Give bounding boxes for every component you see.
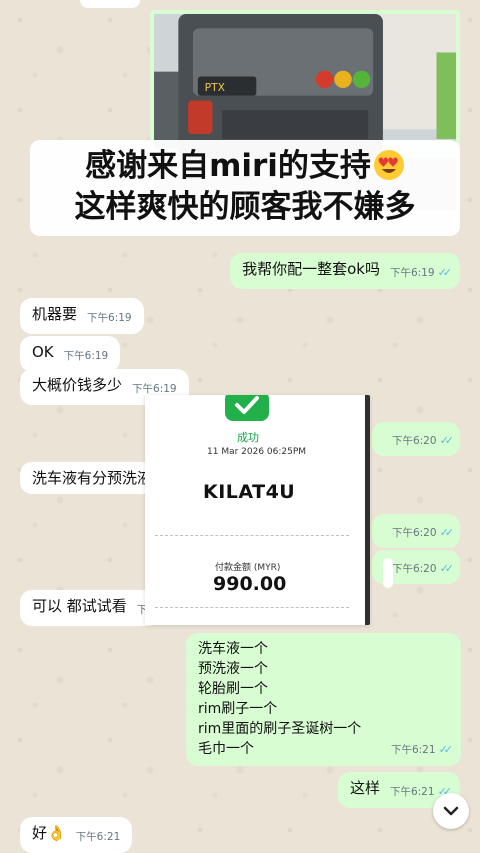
read-receipt-icon: ✓✓ (438, 743, 454, 756)
list-line: rim里面的刷子圣诞树一个 (198, 721, 362, 737)
message-outgoing[interactable]: 下午6:20 ✓✓ (371, 422, 460, 456)
receipt-divider (155, 535, 349, 536)
read-receipt-icon: ✓✓ (437, 266, 453, 279)
message-time: 下午6:19 (132, 383, 177, 395)
message-text: 可以 都试试看 (32, 597, 127, 615)
message-text: 我帮你配一整套ok吗 (242, 260, 380, 278)
caption-line-2: 这样爽快的顾客我不嫌多 (74, 189, 416, 225)
message-outgoing[interactable]: 我帮你配一整套ok吗 下午6:19 ✓✓ (230, 253, 460, 289)
message-outgoing-list[interactable]: 洗车液一个 预洗液一个 轮胎刷一个 rim刷子一个 rim里面的刷子圣诞树一个 … (186, 633, 461, 766)
amount-label: 付款金额 (MYR) (215, 563, 281, 573)
message-text: 洗车液有分预洗液 (32, 469, 153, 487)
caption-line-1-text: 感谢来自miri的支持 (85, 148, 371, 184)
merchant-name: KILAT4U (203, 481, 296, 503)
receipt-divider (155, 607, 349, 608)
list-line: 洗车液一个 (198, 641, 268, 657)
message-text: 好👌 (32, 824, 66, 842)
heart-eyes-emoji-icon (373, 150, 404, 180)
message-text: OK (32, 343, 54, 361)
partial-bubble-top (80, 0, 140, 8)
chevron-down-icon (443, 806, 459, 816)
read-receipt-icon: ✓✓ (439, 526, 455, 539)
message-meta: 下午6:21 ✓✓ (381, 737, 454, 760)
message-time: 下午6:20 (391, 527, 437, 539)
read-receipt-icon: ✓✓ (439, 434, 455, 447)
message-text: 机器要 (32, 305, 78, 323)
payment-receipt: 成功 11 Mar 2026 06:25PM KILAT4U 付款金额 (MYR… (145, 395, 370, 625)
payment-datetime: 11 Mar 2026 06:25PM (207, 447, 307, 457)
message-time: 下午6:20 (391, 563, 437, 575)
message-incoming[interactable]: 洗车液有分预洗液 (20, 462, 160, 494)
message-incoming[interactable]: 机器要 下午6:19 (20, 298, 144, 334)
caption-overlay: 感谢来自miri的支持 这样爽快的顾客我不嫌多 (30, 140, 460, 236)
message-time: 下午6:20 (391, 435, 437, 447)
list-line: rim刷子一个 (198, 701, 278, 717)
message-incoming[interactable]: 好👌 下午6:21 (20, 817, 133, 853)
message-text: 这样 (349, 779, 380, 797)
message-time: 下午6:21 (389, 786, 435, 798)
list-line: 预洗液一个 (198, 661, 268, 677)
read-receipt-icon: ✓✓ (439, 562, 455, 575)
message-time: 下午6:19 (389, 267, 435, 279)
message-outgoing[interactable]: 下午6:20 ✓✓ (371, 514, 460, 548)
message-time: 下午6:21 (390, 744, 436, 756)
message-incoming[interactable]: OK 下午6:19 (20, 336, 121, 372)
payment-status: 成功 (237, 431, 259, 444)
payment-amount: 990.00 (213, 573, 287, 595)
check-icon (225, 395, 269, 421)
message-text: 大概价钱多少 (32, 376, 123, 394)
caption-line-1: 感谢来自miri的支持 (30, 146, 460, 187)
message-incoming[interactable]: 可以 都试试看下午6:20 (20, 590, 160, 626)
message-time: 下午6:19 (63, 350, 109, 362)
list-line: 轮胎刷一个 (198, 681, 268, 697)
message-time: 下午6:19 (87, 312, 132, 324)
scroll-to-bottom-button[interactable] (433, 793, 469, 829)
machine-brand: PTX (205, 81, 225, 94)
partial-bubble-right (383, 558, 393, 588)
message-time: 下午6:21 (75, 831, 121, 843)
